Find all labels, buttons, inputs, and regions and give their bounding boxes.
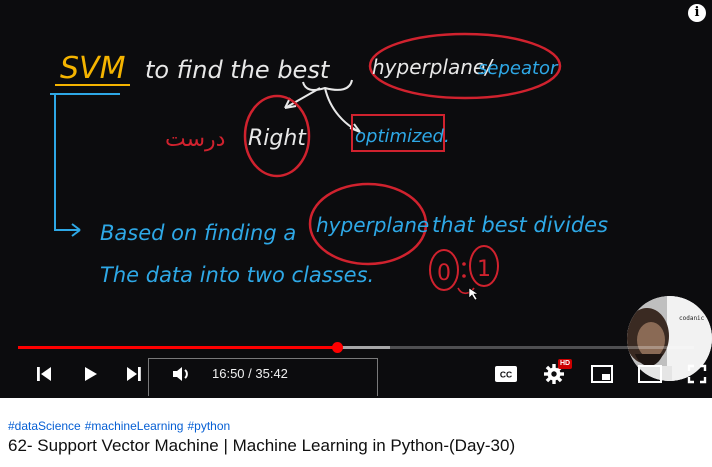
board-line2-based: Based on finding a bbox=[100, 221, 296, 245]
board-one: 1 bbox=[477, 257, 491, 282]
hashtag-link[interactable]: #dataScience bbox=[8, 419, 81, 433]
hashtags: #dataScience #machineLearning #python bbox=[8, 419, 234, 433]
play-icon bbox=[85, 367, 97, 381]
progress-bar[interactable] bbox=[18, 342, 694, 353]
board-zero: 0 bbox=[437, 261, 451, 286]
video-frame: SVM to find the best hyperplane/ sepeato… bbox=[50, 32, 608, 301]
cc-label: CC bbox=[500, 370, 512, 380]
captions-button[interactable]: CC bbox=[492, 356, 520, 392]
hashtag-link[interactable]: #python bbox=[187, 419, 230, 433]
board-line2-hyper: hyperplane bbox=[316, 213, 429, 237]
video-title: 62- Support Vector Machine | Machine Lea… bbox=[8, 436, 516, 455]
play-button[interactable] bbox=[76, 356, 104, 392]
previous-icon bbox=[37, 367, 51, 381]
theater-button[interactable] bbox=[636, 356, 664, 392]
board-line3: The data into two classes. bbox=[100, 263, 374, 287]
board-line1-text: to find the best bbox=[145, 56, 331, 84]
cc-icon: CC bbox=[495, 366, 517, 382]
board-line2-rest: that best divides bbox=[432, 213, 608, 237]
board-separator: sepeator bbox=[478, 58, 559, 79]
board-optimized: optimized. bbox=[355, 126, 450, 147]
miniplayer-button[interactable] bbox=[588, 356, 616, 392]
fullscreen-button[interactable] bbox=[684, 356, 710, 392]
player-controls: 16:50 / 35:42 CC HD bbox=[0, 356, 712, 396]
next-button[interactable] bbox=[120, 356, 148, 392]
board-svm: SVM bbox=[60, 51, 126, 86]
progress-played bbox=[18, 346, 338, 349]
mute-button[interactable] bbox=[168, 356, 196, 392]
hd-badge: HD bbox=[558, 359, 573, 369]
next-icon bbox=[127, 367, 141, 381]
webcam-shirt-text: codanic bbox=[679, 315, 705, 322]
board-hyperplane: hyperplane/ bbox=[372, 55, 494, 79]
board-right: Right bbox=[248, 126, 307, 151]
info-icon[interactable]: i bbox=[688, 4, 706, 22]
previous-button[interactable] bbox=[30, 356, 58, 392]
volume-icon bbox=[173, 367, 188, 381]
fullscreen-icon bbox=[687, 364, 707, 384]
video-player[interactable]: SVM to find the best hyperplane/ sepeato… bbox=[0, 0, 712, 398]
time-display: 16:50 / 35:42 bbox=[212, 366, 288, 381]
miniplayer-icon bbox=[591, 365, 613, 383]
theater-icon bbox=[638, 365, 662, 383]
board-urdu: درست bbox=[165, 127, 225, 152]
hashtag-link[interactable]: #machineLearning bbox=[85, 419, 184, 433]
